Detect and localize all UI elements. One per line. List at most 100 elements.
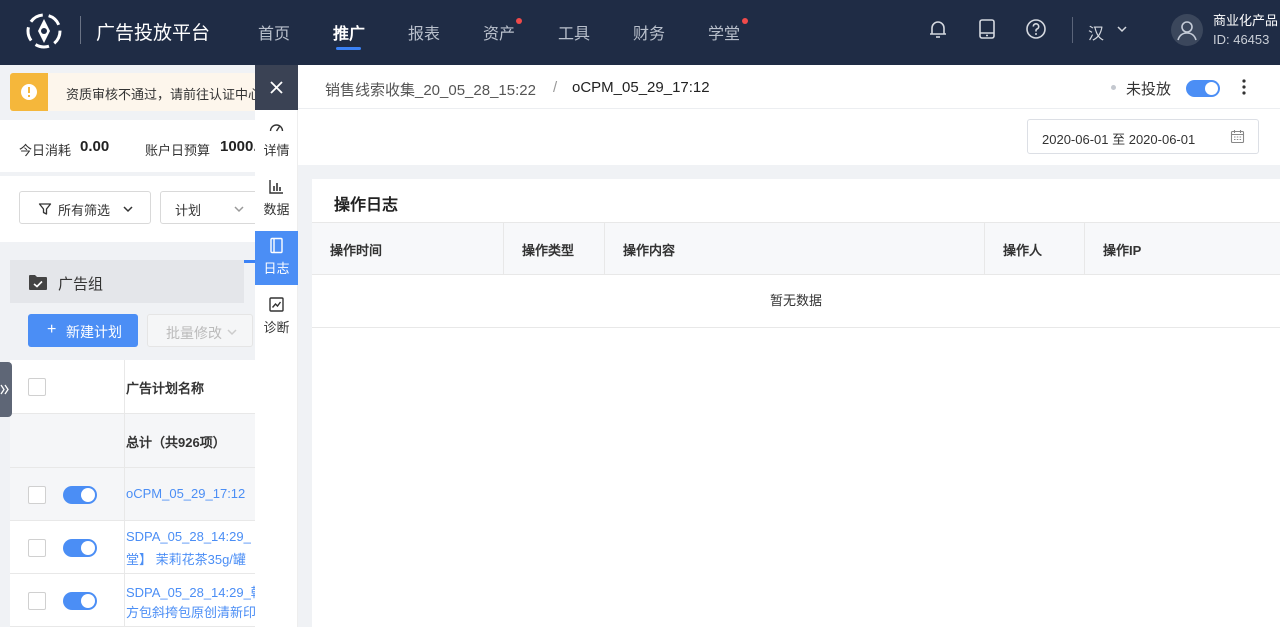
brand-title[interactable]: 广告投放平台 xyxy=(96,18,210,45)
language-selector[interactable]: 汉 xyxy=(1088,20,1104,44)
close-drawer-button[interactable] xyxy=(255,65,298,110)
chevron-down-icon xyxy=(227,329,237,336)
plan-filter-label: 计划 xyxy=(175,203,202,218)
column-operation-content[interactable]: 操作内容 xyxy=(605,223,985,274)
tab-data-label: 数据 xyxy=(263,202,290,217)
table-row[interactable]: SDPA_05_28_14:29_韩 方包斜挎包原创清新印 xyxy=(10,574,264,627)
alert-text[interactable]: 资质审核不通过，请前往认证中心 xyxy=(66,84,261,103)
new-plan-button[interactable]: + 新建计划 xyxy=(28,314,138,347)
nav-promotion[interactable]: 推广 xyxy=(333,20,365,44)
breadcrumb-current: oCPM_05_29_17:12 xyxy=(572,79,710,96)
close-icon xyxy=(270,81,283,94)
filter-bar: 所有筛选 计划 xyxy=(0,176,260,242)
plan-name-link[interactable]: SDPA_05_28_14:29_韩 xyxy=(126,582,264,601)
status-dot xyxy=(1111,85,1116,90)
row-checkbox[interactable] xyxy=(28,486,46,504)
select-all-checkbox[interactable] xyxy=(28,378,46,396)
today-spend-label: 今日消耗 xyxy=(19,143,72,158)
bell-icon[interactable] xyxy=(927,18,949,40)
header-divider xyxy=(1072,17,1073,43)
tab-diagnosis[interactable]: 诊断 xyxy=(255,290,298,344)
column-label: 操作类型 xyxy=(522,243,575,258)
tab-details[interactable]: 详情 xyxy=(255,113,298,167)
column-operator[interactable]: 操作人 xyxy=(985,223,1085,274)
all-filters-button[interactable]: 所有筛选 xyxy=(19,191,151,224)
delivery-toggle[interactable] xyxy=(1186,80,1220,97)
nav-finance[interactable]: 财务 xyxy=(633,20,665,44)
account-id: ID: 46453 xyxy=(1213,32,1270,47)
table-row[interactable]: SDPA_05_28_14:29_ 堂】 茉莉花茶35g/罐 xyxy=(10,521,256,574)
nav-reports[interactable]: 报表 xyxy=(408,20,440,44)
table-header-row: 广告计划名称 xyxy=(10,360,256,414)
logo-divider xyxy=(80,16,81,44)
tablet-icon[interactable] xyxy=(976,18,998,40)
plus-icon: + xyxy=(47,321,57,338)
column-operation-ip[interactable]: 操作IP xyxy=(1085,223,1280,274)
row-status-toggle[interactable] xyxy=(63,592,97,610)
drawer-side-tabs: 详情 数据 日志 诊断 xyxy=(255,65,298,627)
plan-detail-drawer: 销售线索收集_20_05_28_15:22 / oCPM_05_29_17:12… xyxy=(298,65,1280,627)
avatar[interactable] xyxy=(1171,14,1203,46)
academy-notification-dot xyxy=(742,18,748,24)
qualification-alert: 资质审核不通过，请前往认证中心 xyxy=(10,73,261,111)
plan-name-link[interactable]: oCPM_05_29_17:12 xyxy=(126,486,245,501)
tab-details-label: 详情 xyxy=(263,143,290,158)
chevron-down-icon[interactable] xyxy=(1115,22,1129,36)
row-status-toggle[interactable] xyxy=(63,486,97,504)
plan-filter-select[interactable]: 计划 xyxy=(160,191,260,224)
plan-table: 广告计划名称 总计（共926项） oCPM_05_29_17:12 SDPA_0… xyxy=(10,360,264,627)
daily-budget-label: 账户日预算 xyxy=(145,143,211,158)
gauge-icon xyxy=(269,124,284,132)
nav-assets[interactable]: 资产 xyxy=(483,20,515,44)
batch-edit-label: 批量修改 xyxy=(166,325,222,341)
log-table-header: 操作时间 操作类型 操作内容 操作人 操作IP xyxy=(312,222,1280,275)
tab-data[interactable]: 数据 xyxy=(255,172,298,226)
breadcrumb-parent[interactable]: 销售线索收集_20_05_28_15:22 xyxy=(325,79,536,100)
date-filter-area: 2020-06-01 至 2020-06-01 xyxy=(298,109,1280,165)
column-operation-type[interactable]: 操作类型 xyxy=(504,223,605,274)
assets-notification-dot xyxy=(516,18,522,24)
chevron-down-icon xyxy=(123,206,133,213)
date-range-picker[interactable]: 2020-06-01 至 2020-06-01 xyxy=(1027,119,1259,154)
column-divider xyxy=(124,360,125,627)
empty-state-text: 暂无数据 xyxy=(312,275,1280,328)
row-status-toggle[interactable] xyxy=(63,539,97,557)
batch-edit-button[interactable]: 批量修改 xyxy=(147,314,253,347)
log-title: 操作日志 xyxy=(334,197,399,214)
ad-group-label: 广告组 xyxy=(58,276,104,293)
trend-chart-icon xyxy=(269,297,284,312)
ad-group-tab[interactable]: 广告组 xyxy=(10,260,244,303)
date-range-value: 2020-06-01 至 2020-06-01 xyxy=(1042,132,1196,147)
logo-icon[interactable] xyxy=(26,13,62,49)
column-label: 操作IP xyxy=(1103,243,1142,258)
daily-budget-value[interactable]: 1000. xyxy=(220,138,258,155)
plan-name-link-line2[interactable]: 方包斜挎包原创清新印 xyxy=(126,602,256,621)
plan-name-link-line2[interactable]: 堂】 茉莉花茶35g/罐 xyxy=(126,549,246,568)
tab-diagnosis-label: 诊断 xyxy=(263,320,290,335)
breadcrumb-separator: / xyxy=(553,79,558,96)
expand-sidebar-handle[interactable] xyxy=(0,362,12,417)
account-name[interactable]: 商业化产品 xyxy=(1213,10,1278,29)
plan-name-link[interactable]: SDPA_05_28_14:29_ xyxy=(126,529,251,544)
table-row[interactable]: oCPM_05_29_17:12 xyxy=(10,468,256,521)
column-label: 操作人 xyxy=(1003,243,1043,258)
column-label: 操作内容 xyxy=(623,243,676,258)
user-icon xyxy=(1177,21,1197,41)
nav-academy[interactable]: 学堂 xyxy=(708,20,740,44)
new-plan-label: 新建计划 xyxy=(66,324,122,340)
folder-icon xyxy=(29,275,47,290)
more-vertical-icon[interactable] xyxy=(1241,78,1247,96)
row-checkbox[interactable] xyxy=(28,592,46,610)
chevron-down-icon xyxy=(234,206,244,213)
filter-icon xyxy=(38,203,52,215)
all-filters-label: 所有筛选 xyxy=(58,203,111,218)
help-icon[interactable] xyxy=(1025,18,1047,40)
plan-name-column-header[interactable]: 广告计划名称 xyxy=(126,378,204,397)
delivery-status: 未投放 xyxy=(1126,81,1172,98)
row-checkbox[interactable] xyxy=(28,539,46,557)
nav-home[interactable]: 首页 xyxy=(258,20,290,44)
nav-tools[interactable]: 工具 xyxy=(558,20,590,44)
tab-log[interactable]: 日志 xyxy=(255,231,298,285)
nav-active-indicator xyxy=(336,47,361,50)
column-operation-time[interactable]: 操作时间 xyxy=(312,223,504,274)
